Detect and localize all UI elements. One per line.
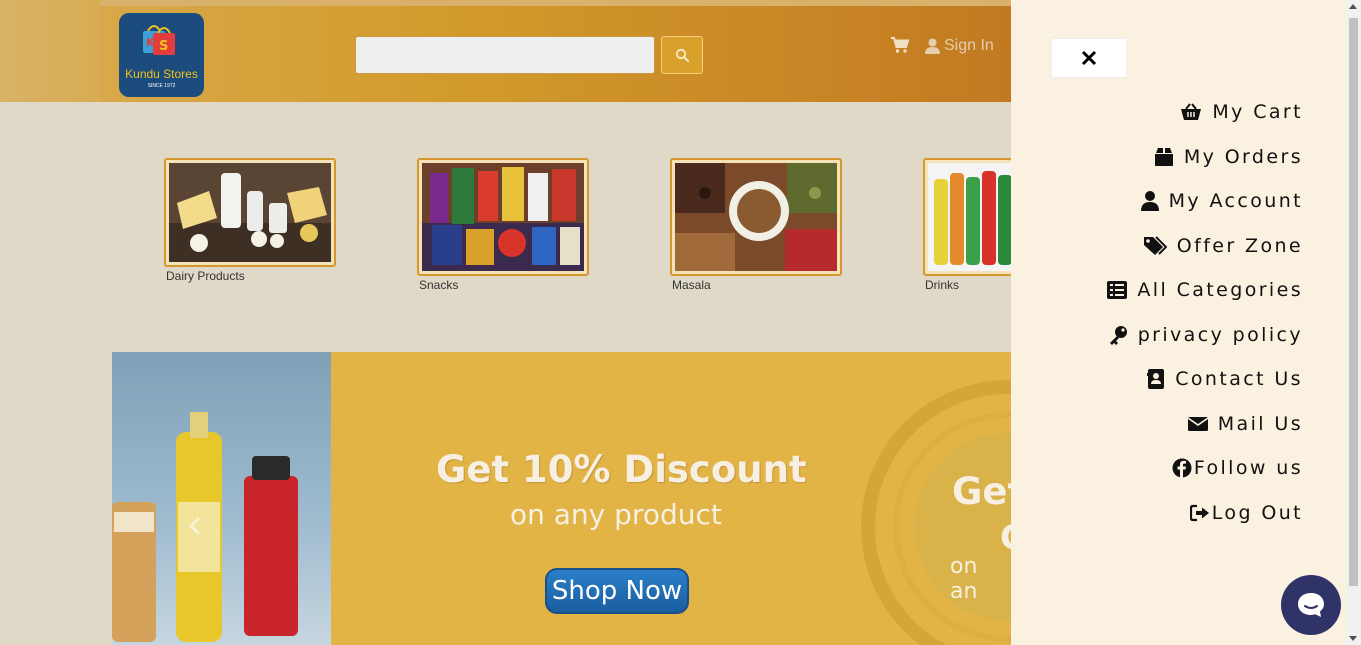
chat-bubble-icon [1298,593,1324,617]
category-image-frame [670,158,842,276]
close-menu-button[interactable] [1051,38,1127,78]
category-card-drinks[interactable]: Drinks [923,158,1011,292]
menu-item-label: Mail Us [1217,412,1303,435]
category-image-frame [417,158,589,276]
category-label: Dairy Products [166,269,245,283]
user-icon [1140,191,1159,212]
menu-item-follow-us[interactable]: Follow us [1107,446,1303,491]
menu-item-log-out[interactable]: Log Out [1107,491,1303,536]
category-card-dairy[interactable]: Dairy Products [164,158,336,283]
menu-item-offer-zone[interactable]: Offer Zone [1107,224,1303,269]
header-left-strip [0,0,100,102]
category-image-frame [923,158,1011,276]
sign-out-icon [1189,504,1209,521]
menu-item-all-categories[interactable]: All Categories [1107,268,1303,313]
menu-item-label: My Account [1168,190,1303,213]
next-slide-letter-partial: C [1000,518,1011,558]
scrollbar-thumb[interactable] [1349,18,1358,586]
user-icon [925,38,940,54]
cart-icon[interactable] [890,36,910,54]
menu-item-label: privacy policy [1137,323,1303,346]
category-label: Snacks [419,278,459,292]
site-header: K S Kundu Stores SINCE 1972 Sign In [100,6,1011,102]
banner-title: Get 10% Discount [436,448,807,491]
address-book-icon [1147,369,1165,390]
next-slide-subtitle-partial: on an [950,554,978,604]
banner-subtitle: on any product [510,498,722,531]
category-label: Masala [672,278,711,292]
promo-banner-carousel[interactable]: Get 10% Discount on any product Shop Now… [112,352,1011,645]
facebook-icon [1172,458,1192,479]
snacks-image [422,163,584,271]
key-icon [1109,325,1127,345]
next-slide-title-partial: Get [952,470,1011,513]
menu-item-privacy-policy[interactable]: privacy policy [1107,313,1303,358]
sign-in-link[interactable]: Sign In [925,37,994,55]
tags-icon [1143,236,1167,255]
scroll-down-arrow-icon[interactable] [1349,636,1357,641]
svg-text:S: S [159,39,168,54]
product-bottles-image [112,412,298,642]
shop-now-button[interactable]: Shop Now [545,568,689,614]
dairy-image [169,163,331,262]
menu-item-label: My Cart [1212,101,1303,124]
carousel-prev-icon[interactable] [188,516,202,536]
menu-item-label: Offer Zone [1176,234,1303,257]
store-logo[interactable]: K S Kundu Stores SINCE 1972 [119,13,204,97]
close-icon [1081,50,1097,66]
logo-brand-text: Kundu Stores [125,67,198,81]
category-card-masala[interactable]: Masala [670,158,842,292]
menu-item-my-cart[interactable]: My Cart [1107,90,1303,135]
search-input[interactable] [355,36,655,74]
sign-in-label: Sign In [944,37,994,54]
box-icon [1154,147,1173,166]
shopping-bag-logo-icon: K S [143,25,175,55]
menu-item-contact-us[interactable]: Contact Us [1107,357,1303,402]
menu-item-my-orders[interactable]: My Orders [1107,135,1303,180]
menu-item-label: All Categories [1137,279,1303,302]
svg-text:K: K [146,36,155,49]
menu-item-mail-us[interactable]: Mail Us [1107,402,1303,447]
page-scrollbar[interactable] [1346,0,1361,645]
product-showcase-panel [112,352,331,645]
list-icon [1107,281,1128,300]
category-label: Drinks [925,278,960,292]
chat-widget-button[interactable] [1281,575,1341,635]
search-icon [675,48,689,62]
drinks-image [928,163,1011,271]
menu-item-label: Follow us [1193,457,1303,480]
drawer-menu: My Cart My Orders My Account Offer Zone … [1107,90,1303,535]
scroll-up-arrow-icon[interactable] [1349,4,1357,9]
side-menu-drawer: My Cart My Orders My Account Offer Zone … [1011,0,1346,645]
menu-item-label: My Orders [1183,145,1303,168]
basket-icon [1181,103,1202,121]
menu-item-my-account[interactable]: My Account [1107,179,1303,224]
category-image-frame [164,158,336,267]
logo-since-text: SINCE 1972 [147,83,176,89]
search-button[interactable] [661,36,703,74]
menu-item-label: Log Out [1211,501,1303,524]
envelope-icon [1187,416,1208,431]
menu-item-label: Contact Us [1175,368,1303,391]
masala-image [675,163,837,271]
category-card-snacks[interactable]: Snacks [417,158,589,292]
